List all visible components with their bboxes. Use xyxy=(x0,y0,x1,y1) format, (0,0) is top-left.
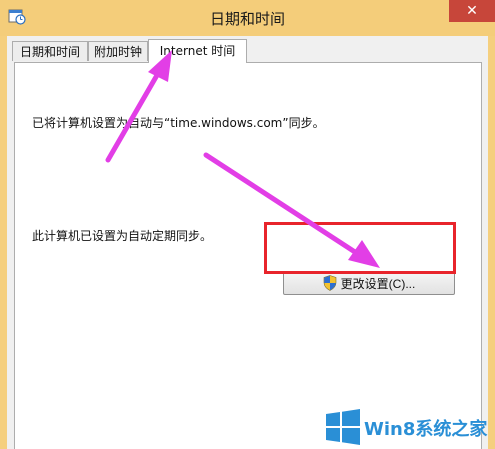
tab-date-time[interactable]: 日期和时间 xyxy=(12,41,88,61)
tab-internet-time[interactable]: Internet 时间 xyxy=(148,39,247,63)
watermark-text: Win8系统之家 xyxy=(364,419,488,440)
highlight-box xyxy=(264,222,456,274)
site-watermark: Win8系统之家 xyxy=(326,409,491,445)
uac-shield-icon xyxy=(323,275,336,291)
windows-logo-icon xyxy=(326,409,360,445)
date-time-dialog: 日期和时间 ✕ 日期和时间 附加时钟 Internet 时间 已将计算机设置为自… xyxy=(0,0,495,449)
tab-additional-clocks[interactable]: 附加时钟 xyxy=(88,41,148,61)
sync-server-text: 已将计算机设置为自动与“time.windows.com”同步。 xyxy=(32,116,325,130)
sync-status-text: 此计算机已设置为自动定期同步。 xyxy=(32,229,213,243)
close-button[interactable]: ✕ xyxy=(449,0,495,22)
window-title: 日期和时间 xyxy=(209,10,285,28)
title-bar[interactable]: 日期和时间 ✕ xyxy=(0,0,495,36)
close-icon: ✕ xyxy=(466,3,478,19)
change-settings-label: 更改设置(C)... xyxy=(340,276,416,291)
change-settings-button[interactable]: 更改设置(C)... xyxy=(283,271,455,295)
